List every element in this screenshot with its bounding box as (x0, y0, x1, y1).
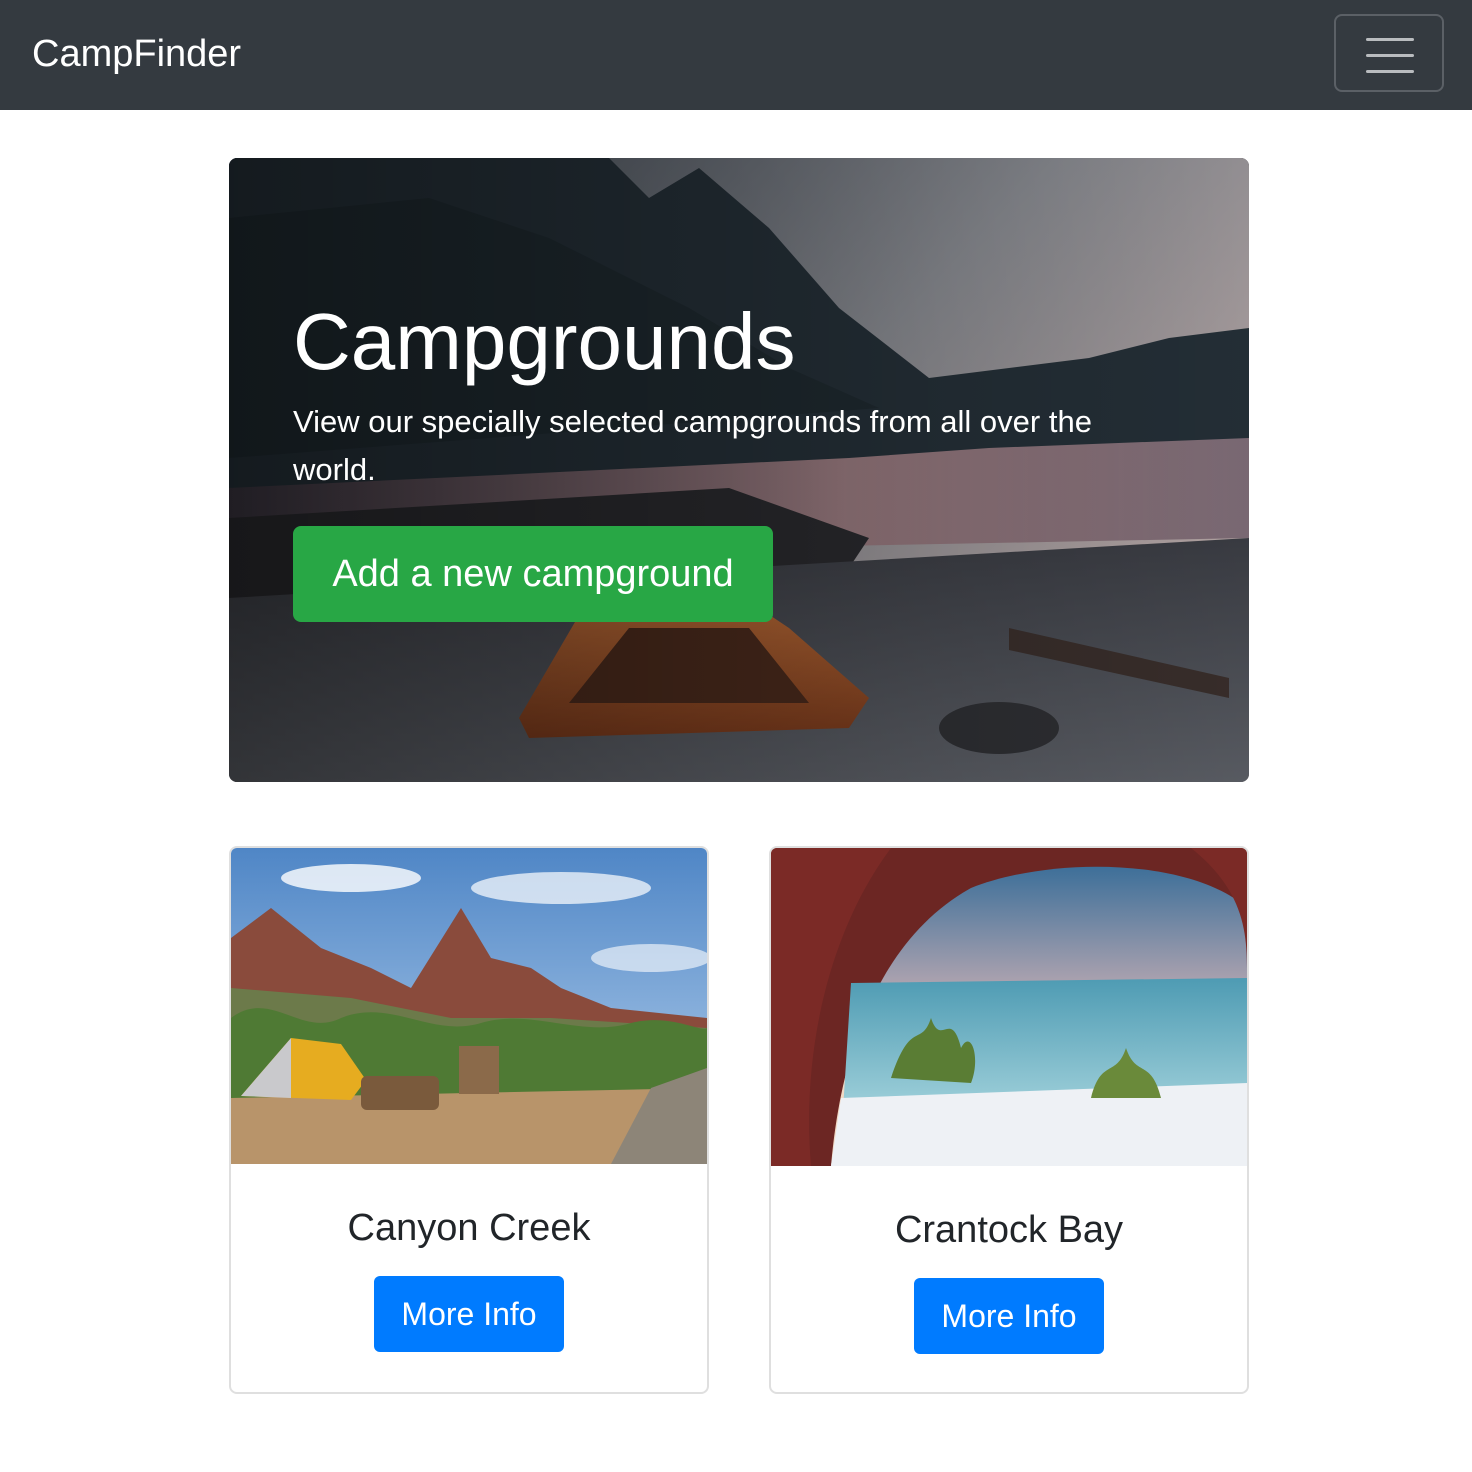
hero-jumbotron: Campgrounds View our specially selected … (229, 158, 1249, 782)
canyon-tent-photo (231, 848, 707, 1164)
page-title: Campgrounds (293, 297, 796, 386)
add-campground-button[interactable]: Add a new campground (293, 526, 773, 622)
brand-link[interactable]: CampFinder (32, 30, 241, 78)
campground-card-crantock-bay: Crantock Bay More Info (769, 846, 1249, 1394)
more-info-button[interactable]: More Info (914, 1278, 1104, 1354)
hero-lead-text: View our specially selected campgrounds … (293, 404, 1092, 487)
campground-card-canyon-creek: Canyon Creek More Info (229, 846, 709, 1394)
beach-from-tent-photo (771, 848, 1247, 1166)
card-title: Canyon Creek (347, 1207, 591, 1249)
card-title: Crantock Bay (894, 1209, 1124, 1251)
more-info-button[interactable]: More Info (374, 1276, 564, 1352)
navbar: CampFinder (0, 0, 1472, 110)
navbar-toggler-button[interactable] (1334, 14, 1444, 92)
